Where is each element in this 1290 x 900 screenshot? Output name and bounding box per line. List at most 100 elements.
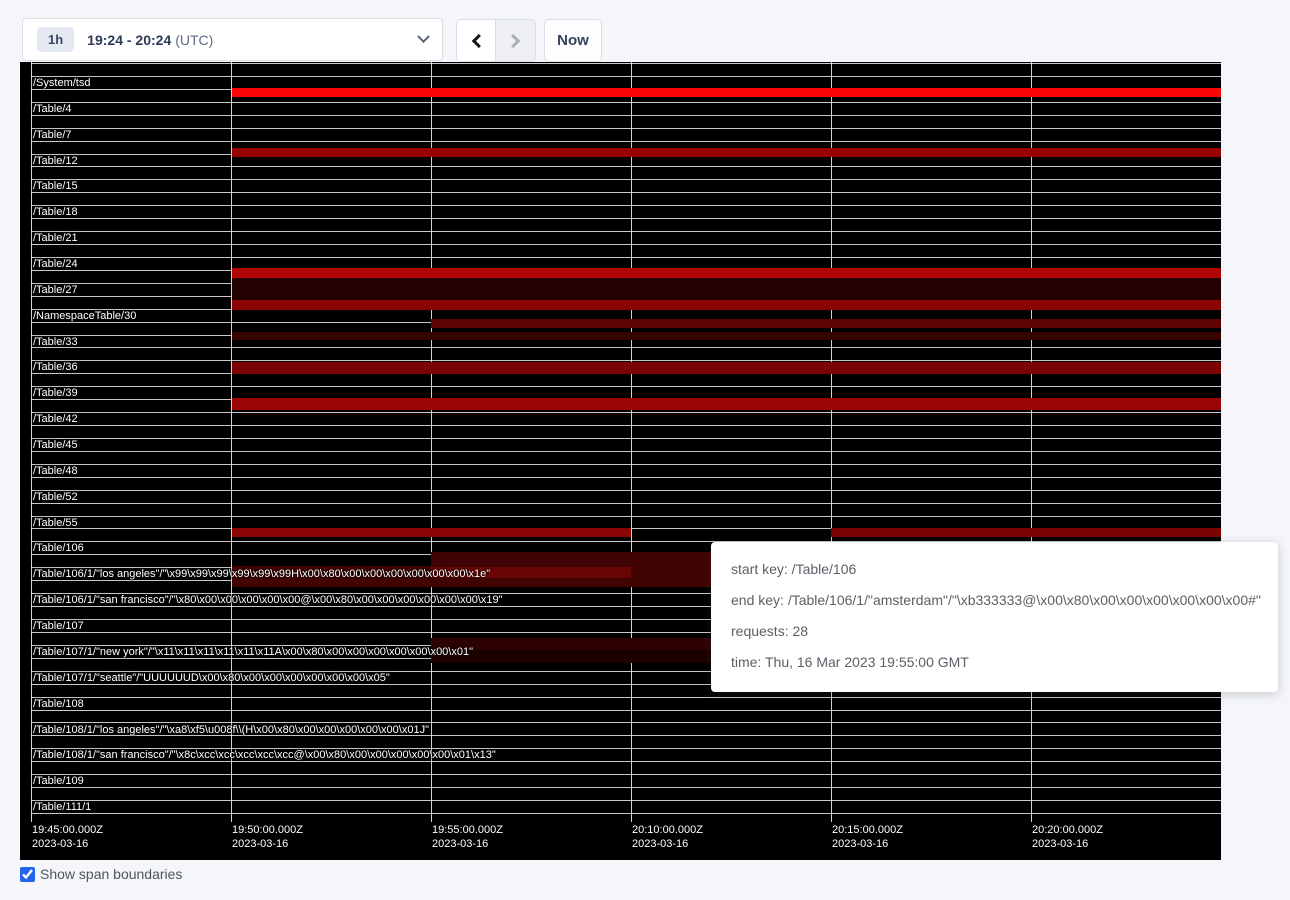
span-key-label: /Table/107 — [33, 620, 84, 632]
span-key-label: /Table/106/1/"los angeles"/"\x99\x99\x99… — [33, 568, 490, 580]
span-boundary-line — [31, 761, 1221, 762]
span-key-label: /Table/107/1/"seattle"/"UUUUUUD\x00\x80\… — [33, 672, 390, 684]
span-key-label: /Table/39 — [33, 387, 78, 399]
time-range-zone: (UTC) — [175, 32, 213, 48]
span-key-label: /Table/108/1/"los angeles"/"\xa8\xf5\u00… — [33, 724, 429, 736]
span-key-label: /System/tsd — [33, 77, 90, 89]
time-range-select[interactable]: 1h 19:24 - 20:24 (UTC) — [22, 18, 443, 61]
span-key-label: /Table/108/1/"san francisco"/"\x8c\xcc\x… — [33, 749, 496, 761]
span-boundary-line — [31, 205, 1221, 206]
time-boundary-line — [631, 62, 632, 822]
chevron-left-icon — [472, 33, 486, 47]
span-key-label: /Table/42 — [33, 413, 78, 425]
span-boundary-line — [31, 244, 1221, 245]
span-key-label: /Table/27 — [33, 284, 78, 296]
tick-date: 2023-03-16 — [232, 837, 303, 851]
span-boundary-line — [31, 503, 1221, 504]
tooltip-requests: requests: 28 — [731, 616, 1258, 647]
span-boundary-line — [31, 141, 1221, 142]
time-range-text: 19:24 - 20:24 — [87, 32, 171, 48]
key-visualizer-canvas[interactable]: /System/tsd/Table/4/Table/7/Table/12/Tab… — [20, 62, 1221, 860]
span-boundary-line — [31, 218, 1221, 219]
span-key-label: /Table/33 — [33, 336, 78, 348]
time-boundary-line — [1031, 62, 1032, 822]
tick-date: 2023-03-16 — [432, 837, 503, 851]
time-axis-tick-label: 20:20:00.000Z2023-03-16 — [1032, 823, 1103, 851]
tick-time: 19:55:00.000Z — [432, 823, 503, 837]
tick-date: 2023-03-16 — [632, 837, 703, 851]
time-boundary-line — [31, 62, 32, 822]
span-boundary-line — [31, 800, 1221, 801]
span-boundary-line — [31, 102, 1221, 103]
span-key-label: /Table/15 — [33, 180, 78, 192]
prev-time-button[interactable] — [457, 20, 496, 61]
sample-tooltip: start key: /Table/106 end key: /Table/10… — [711, 542, 1278, 692]
time-nav-group — [456, 19, 536, 62]
span-boundary-line — [31, 166, 1221, 167]
heat-band[interactable] — [232, 148, 1221, 157]
span-key-label: /Table/106 — [33, 542, 84, 554]
span-key-label: /Table/108 — [33, 698, 84, 710]
heat-band[interactable] — [232, 362, 1221, 374]
span-boundary-line — [31, 477, 1221, 478]
span-boundary-line — [31, 386, 1221, 387]
heat-band[interactable] — [232, 268, 1221, 278]
tick-date: 2023-03-16 — [32, 837, 103, 851]
tick-date: 2023-03-16 — [832, 837, 903, 851]
span-key-label: /Table/107/1/"new york"/"\x11\x11\x11\x1… — [33, 646, 473, 658]
span-boundary-line — [31, 257, 1221, 258]
span-boundary-line — [31, 813, 1221, 814]
time-axis-tick-label: 20:15:00.000Z2023-03-16 — [832, 823, 903, 851]
span-boundary-line — [31, 516, 1221, 517]
span-boundary-line — [31, 438, 1221, 439]
span-key-label: /Table/7 — [33, 129, 72, 141]
span-key-label: /Table/52 — [33, 491, 78, 503]
span-boundary-line — [31, 192, 1221, 193]
time-boundary-line — [231, 62, 232, 822]
footer-controls: Show span boundaries — [20, 866, 182, 882]
span-key-label: /Table/24 — [33, 258, 78, 270]
span-boundary-line — [31, 451, 1221, 452]
span-boundary-line — [31, 231, 1221, 232]
span-key-label: /Table/48 — [33, 465, 78, 477]
span-boundary-line — [31, 490, 1221, 491]
chevron-down-icon — [417, 30, 430, 43]
tooltip-start-key: start key: /Table/106 — [731, 554, 1258, 585]
span-boundary-line — [31, 787, 1221, 788]
span-boundary-line — [31, 425, 1221, 426]
time-boundary-line — [431, 62, 432, 822]
span-boundary-line — [31, 697, 1221, 698]
heat-band[interactable] — [232, 332, 1221, 340]
span-key-label: /Table/106/1/"san francisco"/"\x80\x00\x… — [33, 594, 503, 606]
tooltip-time: time: Thu, 16 Mar 2023 19:55:00 GMT — [731, 647, 1258, 678]
span-boundary-line — [31, 128, 1221, 129]
time-boundary-line — [831, 62, 832, 822]
heat-band[interactable] — [232, 300, 1221, 310]
time-axis-tick-label: 19:50:00.000Z2023-03-16 — [232, 823, 303, 851]
heat-band[interactable] — [232, 88, 1221, 97]
tick-time: 19:45:00.000Z — [32, 823, 103, 837]
show-span-boundaries-checkbox[interactable] — [20, 867, 35, 882]
next-time-button-disabled[interactable] — [496, 20, 535, 61]
heat-band[interactable] — [232, 398, 1221, 410]
span-key-label: /Table/21 — [33, 232, 78, 244]
span-boundary-line — [31, 115, 1221, 116]
now-button[interactable]: Now — [544, 19, 602, 62]
span-boundary-line — [31, 710, 1221, 711]
span-key-label: /NamespaceTable/30 — [33, 310, 136, 322]
heat-band[interactable] — [232, 528, 631, 537]
span-boundary-line — [31, 464, 1221, 465]
span-boundary-line — [31, 412, 1221, 413]
heat-band[interactable] — [831, 528, 1221, 537]
show-span-boundaries-label: Show span boundaries — [40, 866, 182, 882]
time-axis-tick-label: 19:55:00.000Z2023-03-16 — [432, 823, 503, 851]
heat-band[interactable] — [232, 278, 1221, 300]
span-key-label: /Table/55 — [33, 517, 78, 529]
tick-date: 2023-03-16 — [1032, 837, 1103, 851]
heat-band[interactable] — [431, 319, 1221, 328]
time-preset-chip: 1h — [37, 27, 74, 52]
span-key-label: /Table/12 — [33, 155, 78, 167]
span-boundary-line — [31, 76, 1221, 77]
tick-time: 20:20:00.000Z — [1032, 823, 1103, 837]
span-key-label: /Table/18 — [33, 206, 78, 218]
